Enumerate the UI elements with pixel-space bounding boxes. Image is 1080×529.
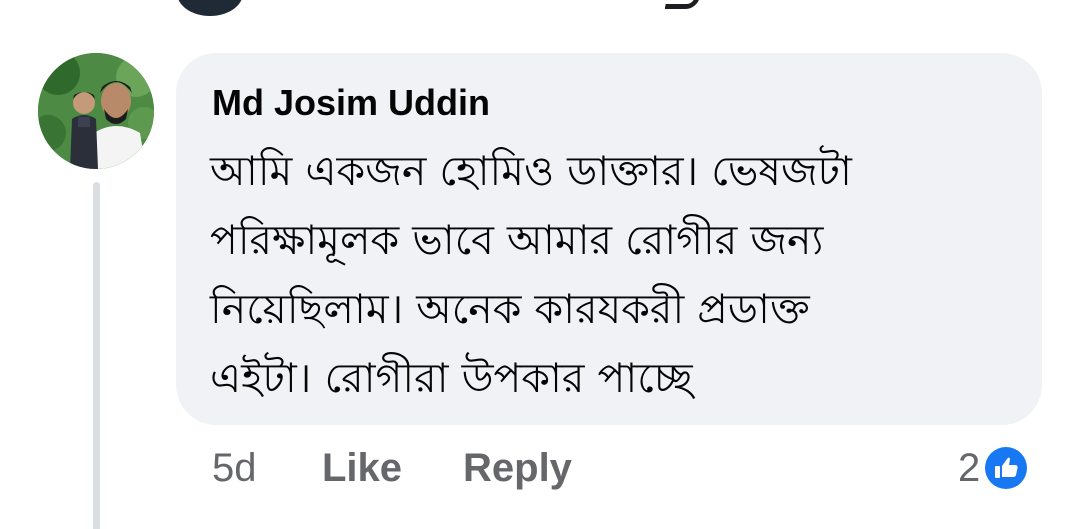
avatar-photo-icon <box>38 53 154 169</box>
reaction-summary[interactable]: 2 <box>958 442 1031 494</box>
reply-button[interactable]: Reply <box>463 446 572 491</box>
comment-timestamp[interactable]: 5d <box>212 446 257 491</box>
previous-comment-avatar[interactable] <box>177 0 243 16</box>
comment-author-name[interactable]: Md Josim Uddin <box>212 82 490 124</box>
previous-comment-text-fragment <box>664 0 701 9</box>
comment-body: আমি একজন হোমিও ডাক্তার। ভেষজটা পরিক্ষামূ… <box>210 137 1010 413</box>
like-thumb-icon <box>982 444 1031 492</box>
avatar[interactable] <box>38 53 154 169</box>
comment-text-line: পরিক্ষামূলক ভাবে আমার রোগীর জন্য <box>210 216 824 264</box>
comment-text-line: আমি একজন হোমিও ডাক্তার। ভেষজটা <box>210 147 852 195</box>
comment-text-line: নিয়েছিলাম। অনেক কারযকরী প্রডাক্ত <box>210 285 810 333</box>
reply-thread-line <box>93 182 100 529</box>
like-button[interactable]: Like <box>322 446 402 491</box>
reaction-count: 2 <box>958 445 981 490</box>
comment-thread: Md Josim Uddin আমি একজন হোমিও ডাক্তার। ভ… <box>0 0 1080 529</box>
comment-text-line: এইটা। রোগীরা উপকার পাচ্ছে <box>210 354 693 402</box>
